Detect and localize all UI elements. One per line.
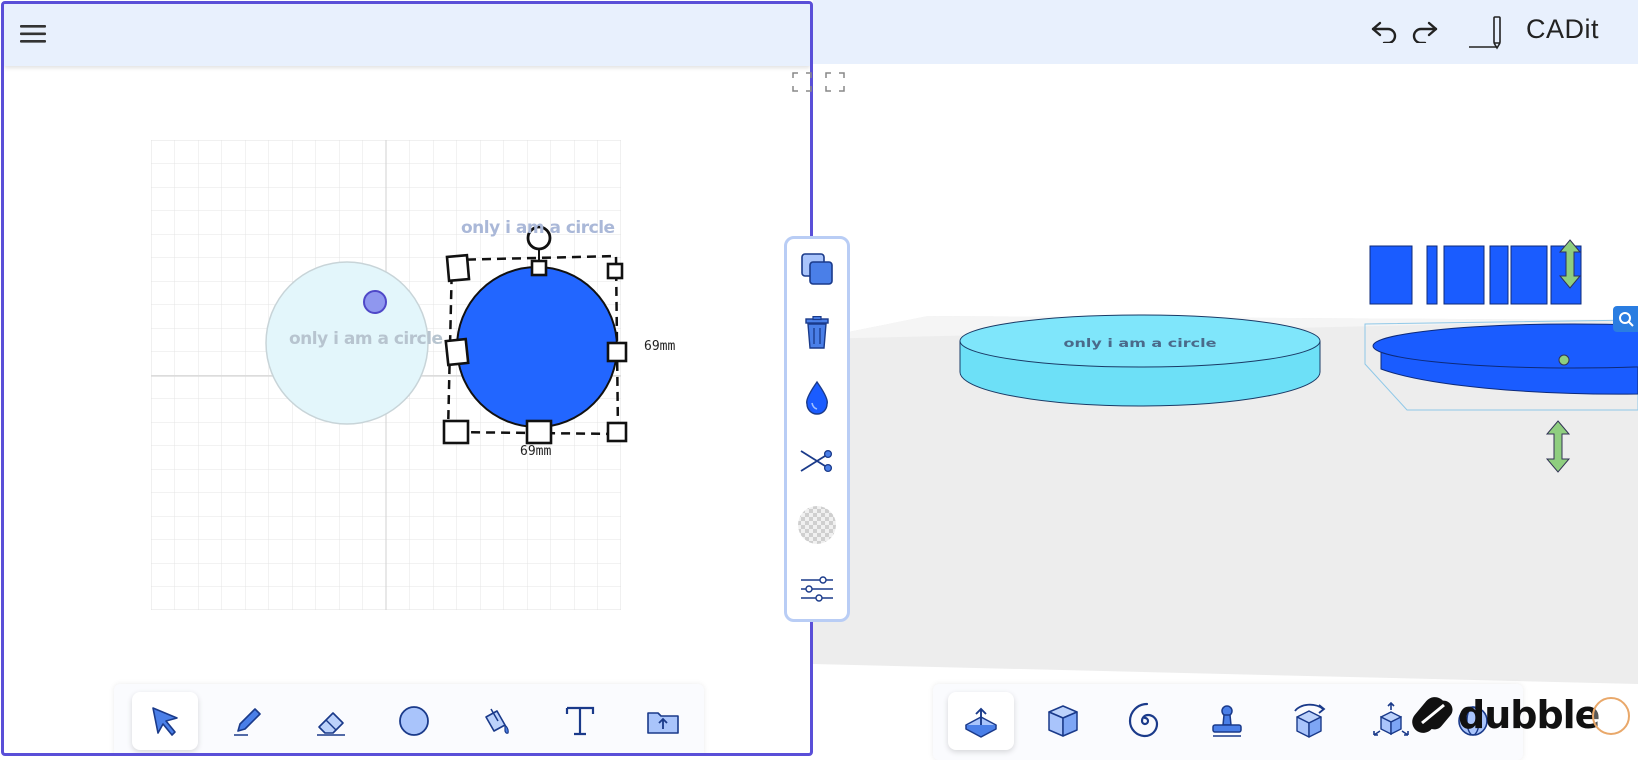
pencil-line-icon	[1469, 16, 1501, 50]
tray-upload-icon	[965, 707, 997, 738]
drawing-toolbar	[114, 684, 704, 753]
pencil-tool[interactable]	[215, 692, 281, 750]
scissors-icon	[800, 449, 833, 473]
left-topbar	[4, 4, 810, 66]
brand-name: dubble	[1458, 693, 1600, 737]
folder-upload-icon	[647, 712, 679, 734]
selected-circle[interactable]	[438, 222, 638, 447]
scene-3d: only i am a circle	[813, 239, 1638, 684]
engraved-text: only i am a circle	[1064, 337, 1217, 350]
sketch-panel: only i am a circle only i am a circle 69…	[1, 1, 813, 756]
arrow-cursor-icon	[152, 707, 178, 736]
extrude-tool[interactable]	[1030, 692, 1096, 750]
height-dimension: 69mm	[520, 444, 552, 459]
circle-tool[interactable]	[381, 692, 447, 750]
expand-corners-icon	[825, 72, 845, 92]
text-tool[interactable]	[547, 692, 613, 750]
settings-button[interactable]	[797, 569, 837, 609]
dubble-logo: dubble	[1412, 693, 1600, 737]
hamburger-menu-icon	[20, 25, 46, 43]
spiral-icon	[1128, 702, 1159, 738]
dubble-mark-icon	[1412, 697, 1453, 733]
select-tool[interactable]	[132, 692, 198, 750]
water-drop-icon	[806, 380, 828, 415]
expand-corners-icon	[792, 72, 812, 92]
cube-icon	[1048, 705, 1078, 737]
sliders-icon	[801, 576, 833, 602]
width-dimension: 69mm	[644, 339, 676, 354]
resize-handle-top-right[interactable]	[606, 262, 624, 280]
right-topbar: CADit	[813, 0, 1638, 64]
redo-button[interactable]	[1407, 14, 1441, 48]
resize-handle-bottom-left[interactable]	[442, 419, 470, 445]
paint-bucket-icon	[485, 708, 509, 734]
zoom-icon	[1618, 312, 1634, 327]
resize-handle-bottom[interactable]	[525, 419, 553, 445]
spiral-tool[interactable]	[1112, 692, 1178, 750]
paint-bucket-tool[interactable]	[464, 692, 530, 750]
trash-icon	[805, 316, 829, 349]
undo-icon	[1371, 21, 1397, 43]
viewport-3d[interactable]: only i am a circle	[813, 64, 1638, 760]
export-tool[interactable]	[948, 692, 1014, 750]
zoom-to-fit-button[interactable]	[1613, 306, 1638, 332]
circle-shape-icon	[399, 706, 429, 736]
text-t-icon	[565, 706, 595, 736]
duplicate-button[interactable]	[797, 249, 837, 289]
open-folder-tool[interactable]	[630, 692, 696, 750]
cube-arrows-icon	[1373, 701, 1409, 736]
color-button[interactable]	[797, 377, 837, 417]
help-chat-bubble[interactable]	[1592, 697, 1630, 735]
eraser-icon	[317, 712, 345, 736]
ghost-pivot-handle[interactable]	[362, 289, 388, 315]
pencil-icon	[234, 708, 261, 736]
resize-handle-left[interactable]	[444, 337, 470, 367]
selected-circle-label: only i am a circle	[461, 218, 615, 238]
resize-handle-top-left[interactable]	[445, 253, 471, 283]
redo-icon	[1412, 21, 1438, 43]
extruded-text-bars[interactable]	[1369, 245, 1582, 305]
ghost-circle-label: only i am a circle	[289, 329, 443, 349]
cut-button[interactable]	[797, 441, 837, 481]
stamp-tool[interactable]	[1194, 692, 1260, 750]
resize-handle-bottom-right[interactable]	[606, 421, 628, 443]
rotate-tool[interactable]	[1276, 692, 1342, 750]
transparency-button[interactable]	[797, 505, 837, 545]
duplicate-icon	[801, 253, 833, 285]
stamp-icon	[1212, 705, 1242, 737]
shape-actions-sidebar	[784, 236, 850, 622]
resize-handle-right[interactable]	[606, 341, 628, 363]
menu-button[interactable]	[18, 20, 48, 48]
eraser-tool[interactable]	[298, 692, 364, 750]
checkerboard-icon	[798, 506, 836, 544]
expand-right-button[interactable]	[825, 72, 845, 92]
sketch-button[interactable]	[1467, 14, 1507, 50]
rotate-cube-icon	[1294, 703, 1326, 738]
app-title: CADit	[1526, 14, 1600, 44]
delete-button[interactable]	[797, 313, 837, 353]
disc-pivot-handle[interactable]	[1558, 354, 1570, 366]
undo-button[interactable]	[1368, 14, 1402, 48]
expand-left-button[interactable]	[792, 72, 812, 92]
resize-handle-top[interactable]	[530, 259, 548, 277]
light-disc[interactable]: only i am a circle	[959, 314, 1321, 407]
